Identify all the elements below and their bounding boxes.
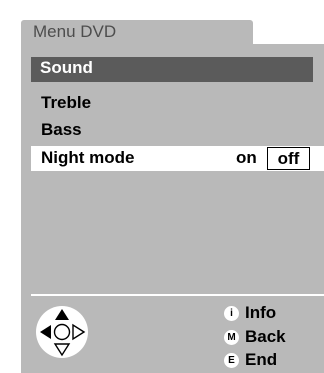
section-header: Sound <box>31 57 313 82</box>
menu-item-night-mode[interactable]: Night mode on off <box>31 146 324 171</box>
legend-info-label: Info <box>245 303 277 322</box>
legend-back: M Back <box>224 326 286 348</box>
section-title: Sound <box>40 58 93 77</box>
legend-info: i Info <box>224 302 276 324</box>
legend-end-label: End <box>245 350 278 369</box>
night-mode-option-on[interactable]: on <box>236 148 257 168</box>
legend-end: E End <box>224 349 277 371</box>
night-mode-option-off[interactable]: off <box>267 147 310 170</box>
menu-item-treble[interactable]: Treble <box>41 93 91 113</box>
menu-key-icon: M <box>224 329 239 345</box>
exit-key-icon: E <box>224 352 239 368</box>
menu-item-bass[interactable]: Bass <box>41 120 82 140</box>
legend-back-label: Back <box>245 327 286 346</box>
center-ok-icon <box>53 323 71 341</box>
menu-title: Menu DVD <box>33 22 117 41</box>
divider <box>31 294 324 296</box>
menu-tab: Menu DVD <box>21 20 253 46</box>
night-mode-label: Night mode <box>41 148 135 167</box>
info-key-icon: i <box>224 305 239 321</box>
directional-pad-icon <box>36 306 88 358</box>
